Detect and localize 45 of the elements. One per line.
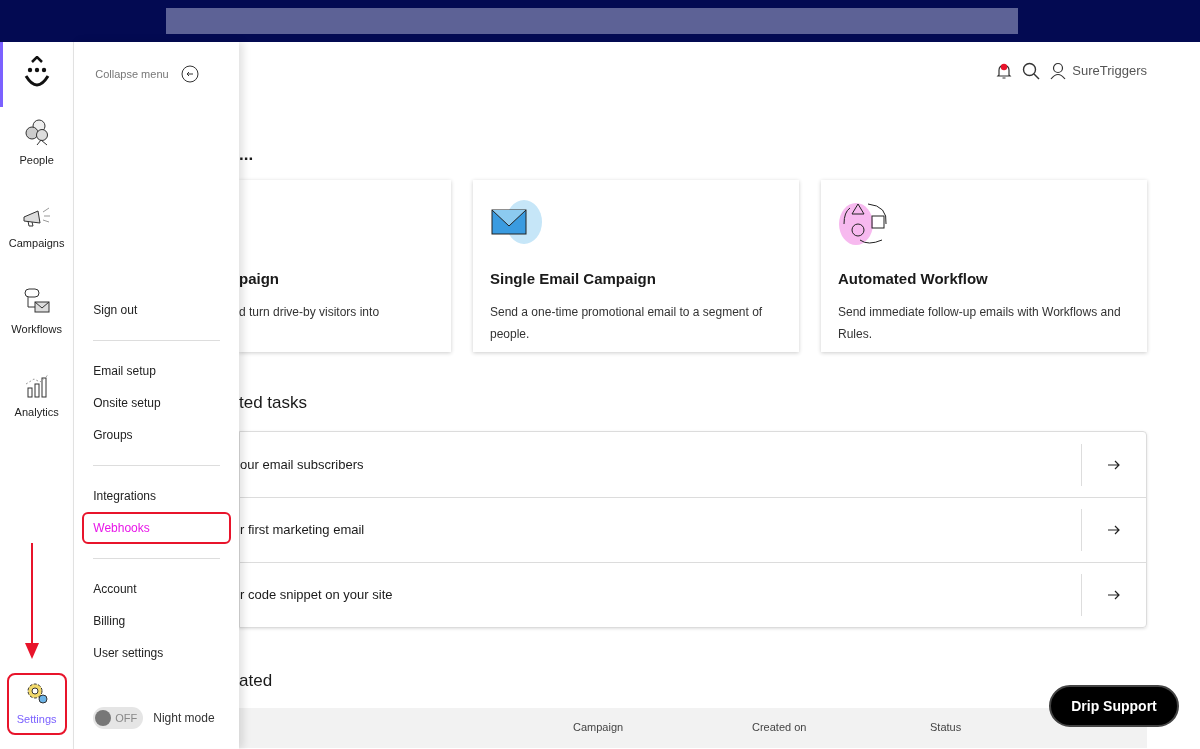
search-icon[interactable] (1022, 62, 1041, 80)
card-description: Send immediate follow-up emails with Workflows and Rules. (838, 303, 1122, 343)
column-header: Campaign (573, 720, 624, 735)
campaign-card[interactable]: paign d turn drive-by visitors into (239, 180, 451, 352)
menu-item[interactable]: Sign out (84, 294, 229, 326)
right-arrow-icon[interactable] (1108, 459, 1120, 470)
right-arrow-icon[interactable] (1108, 590, 1120, 600)
card-description: d turn drive-by visitors into (239, 303, 381, 321)
menu-item[interactable]: Email setup (84, 355, 229, 387)
collapse-menu-label[interactable]: Collapse menu (95, 65, 169, 83)
card-title: Automated Workflow (838, 269, 989, 289)
section-heading: ated (239, 672, 274, 689)
rail-nav-item[interactable]: Analytics (14, 373, 59, 420)
card-description: Send a one-time promotional email to a segment of people. (490, 303, 764, 343)
card-title: paign (239, 269, 280, 289)
column-header: Status (930, 720, 962, 735)
notification-bell-icon[interactable] (996, 62, 1013, 80)
card-title: Single Email Campaign (490, 269, 657, 289)
task-label[interactable]: r first marketing email (240, 520, 1081, 540)
campaign-card[interactable]: Automated Workflow Send immediate follow-up emails with Workflows and Rules. (821, 180, 1147, 352)
rail-nav-item[interactable]: Campaigns (8, 204, 65, 251)
rail-nav-item[interactable]: People (19, 118, 54, 169)
section-heading: ted tasks (239, 394, 309, 411)
task-label[interactable]: r code snippet on your site (240, 585, 1081, 605)
workflow-icon[interactable] (22, 287, 51, 315)
drip-support-button[interactable]: Drip Support (1049, 685, 1179, 727)
menu-item[interactable]: Integrations (84, 480, 229, 512)
rail-nav-item[interactable]: Workflows (11, 287, 62, 338)
night-mode-label: Night mode (153, 710, 215, 727)
menu-item[interactable]: Account (84, 573, 229, 605)
campaign-card[interactable]: Single Email Campaign Send a one-time promotional email to a segment of people. (473, 180, 799, 352)
rail-nav-item[interactable]: Settings (6, 672, 67, 735)
section-heading: ... (239, 146, 255, 163)
menu-item[interactable]: Groups (84, 419, 229, 451)
right-arrow-icon[interactable] (1108, 525, 1120, 535)
menu-item[interactable]: Billing (84, 605, 229, 637)
people-icon[interactable] (22, 118, 51, 146)
menu-item[interactable]: Webhooks (82, 512, 231, 544)
user-icon[interactable] (1050, 62, 1067, 80)
bar-chart-icon[interactable] (23, 373, 50, 398)
task-label[interactable]: our email subscribers (240, 454, 1081, 475)
menu-item[interactable]: User settings (84, 637, 229, 669)
column-header: Created on (752, 720, 807, 735)
menu-item[interactable]: Onsite setup (84, 387, 229, 419)
user-name[interactable]: SureTriggers (1072, 61, 1147, 81)
